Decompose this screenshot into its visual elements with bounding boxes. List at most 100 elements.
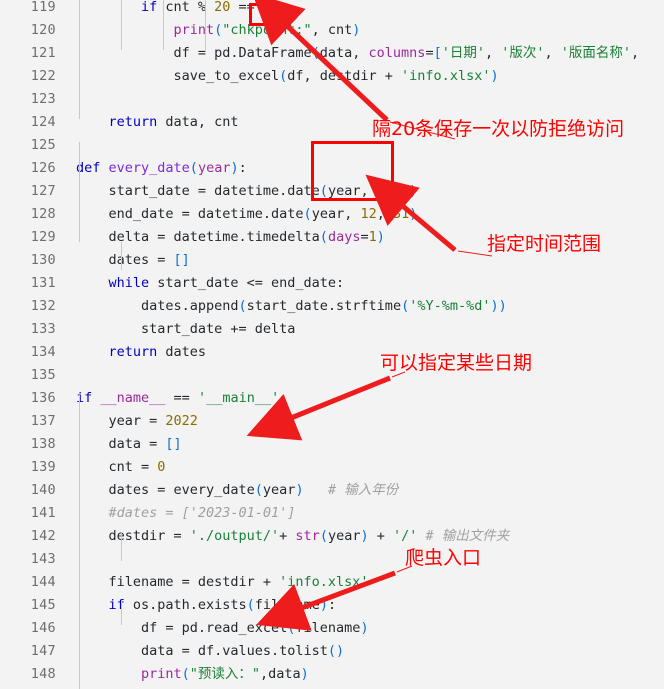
code-line[interactable]: 135: [0, 364, 664, 387]
code-line[interactable]: 138 data = []: [0, 433, 664, 456]
code-token: =: [360, 229, 369, 245]
code-editor-pane[interactable]: 119 if cnt % 20 == 0: 120 print("chkpoint:"…: [0, 0, 664, 689]
code-line[interactable]: 126 def every_date(year):: [0, 157, 664, 180]
code-line[interactable]: 139 cnt = 0: [0, 456, 664, 479]
line-code: dates = every_date(year) # 输入年份: [108, 479, 398, 502]
code-token: dates = every_date: [108, 482, 255, 498]
code-token: str: [295, 528, 320, 544]
code-line[interactable]: 133 start_date += delta: [0, 318, 664, 341]
line-code: save_to_excel(df, destdir + 'info.xlsx'): [173, 65, 498, 88]
code-line[interactable]: 119 if cnt % 20 == 0:: [0, 0, 664, 19]
indent-guide: [205, 0, 206, 50]
code-line[interactable]: 140 dates = every_date(year) # 输入年份: [0, 479, 664, 502]
code-line[interactable]: 120 print("chkpoint:", cnt): [0, 19, 664, 42]
line-code: df = pd.DataFrame(data, columns=['日期', '…: [173, 42, 639, 65]
code-token: year,: [327, 183, 377, 199]
code-token: def: [76, 160, 109, 176]
code-line[interactable]: 143: [0, 548, 664, 571]
code-line[interactable]: 128 end_date = datetime.date(year, 12, 31…: [0, 203, 664, 226]
line-number: 147: [30, 643, 56, 659]
code-token: #dates = ['2023-01-01']: [108, 505, 296, 521]
line-code: return dates: [108, 341, 206, 364]
code-token: end_date = datetime.date: [108, 206, 304, 222]
code-line[interactable]: 127 start_date = datetime.date(year, 4, 2…: [0, 180, 664, 203]
indent-guide: [121, 533, 122, 561]
code-token: 2022: [165, 413, 198, 429]
line-number: 125: [30, 137, 56, 153]
line-code: dates.append(start_date.strftime('%Y-%m-…: [141, 295, 507, 318]
code-token: df = pd.DataFrame: [173, 45, 312, 61]
code-line[interactable]: 142 destdir = './output/'+ str(year) + '/…: [0, 525, 664, 548]
line-code: print("预读入：",data): [141, 663, 309, 686]
code-line[interactable]: 144 filename = destdir + 'info.xlsx': [0, 571, 664, 594]
code-token: (: [311, 45, 320, 61]
code-token: "预读入：": [189, 666, 260, 682]
code-token: data =: [108, 436, 166, 452]
code-token: ): [409, 206, 418, 222]
code-line[interactable]: 130 dates = []: [0, 249, 664, 272]
line-number: 124: [30, 114, 56, 130]
code-token: "chkpoint:": [222, 22, 312, 38]
line-code: def every_date(year):: [76, 157, 247, 180]
code-line[interactable]: 145 if os.path.exists(filename):: [0, 594, 664, 617]
code-token: :: [327, 597, 337, 613]
code-token: os.path.exists: [132, 597, 247, 613]
code-token: =: [425, 45, 434, 61]
line-code: print("chkpoint:", cnt): [173, 19, 360, 42]
code-token: 0: [157, 459, 166, 475]
code-line[interactable]: 122 save_to_excel(df, destdir + 'info.xls…: [0, 65, 664, 88]
code-token: ): [300, 666, 309, 682]
code-line[interactable]: 125: [0, 134, 664, 157]
code-token: [: [433, 45, 442, 61]
code-token: return: [108, 114, 166, 130]
code-token: (: [303, 206, 312, 222]
line-number: 121: [30, 45, 56, 61]
line-number: 120: [30, 22, 56, 38]
code-line[interactable]: 132 dates.append(start_date.strftime('%Y-…: [0, 295, 664, 318]
code-line[interactable]: 136 if __name__ == '__main__':: [0, 387, 664, 410]
line-code: year = 2022: [108, 410, 197, 433]
indent-guide: [79, 395, 80, 689]
code-token: data,: [319, 45, 369, 61]
code-token: data = df.values.tolist: [140, 643, 328, 659]
line-number: 140: [30, 482, 56, 498]
indent-guide: [79, 142, 80, 242]
code-line[interactable]: 146 df = pd.read_excel(filename): [0, 617, 664, 640]
code-line[interactable]: 148 print("预读入：",data): [0, 663, 664, 686]
code-line[interactable]: 137 year = 2022: [0, 410, 664, 433]
code-token: ): [319, 597, 328, 613]
code-token: cnt =: [108, 459, 158, 475]
code-line[interactable]: 129 delta = datetime.timedelta(days=1): [0, 226, 664, 249]
line-number: 138: [30, 436, 56, 452]
code-token: filename: [295, 620, 361, 636]
line-number: 130: [30, 252, 56, 268]
line-number: 145: [30, 597, 56, 613]
code-token: year: [327, 528, 361, 544]
code-line[interactable]: 147 data = df.values.tolist(): [0, 640, 664, 663]
code-token: df = pd.read_excel: [140, 620, 288, 636]
line-number: 123: [30, 91, 56, 107]
code-line[interactable]: 141 #dates = ['2023-01-01']: [0, 502, 664, 525]
code-token: while: [108, 275, 158, 291]
code-line[interactable]: 131 while start_date <= end_date:: [0, 272, 664, 295]
line-code: df = pd.read_excel(filename): [141, 617, 369, 640]
code-token: '版次': [501, 45, 545, 61]
code-token: return: [108, 344, 166, 360]
code-token: (): [327, 643, 345, 659]
code-line[interactable]: 134 return dates: [0, 341, 664, 364]
code-line[interactable]: 123: [0, 88, 664, 111]
code-token: ,: [376, 206, 393, 222]
code-line[interactable]: 124 return data, cnt: [0, 111, 664, 134]
line-code: if os.path.exists(filename):: [108, 594, 336, 617]
code-token: (: [214, 22, 223, 38]
line-number: 136: [30, 390, 56, 406]
code-line[interactable]: 121 df = pd.DataFrame(data, columns=['日期'…: [0, 42, 664, 65]
code-token: __name__: [100, 390, 166, 406]
line-number: 141: [30, 505, 56, 521]
line-number: 148: [30, 666, 56, 682]
code-token: if: [140, 0, 166, 15]
line-code: data = []: [108, 433, 181, 456]
indent-guide: [79, 0, 80, 119]
code-token: start_date <= end_date:: [157, 275, 345, 291]
code-token: year,: [311, 206, 361, 222]
